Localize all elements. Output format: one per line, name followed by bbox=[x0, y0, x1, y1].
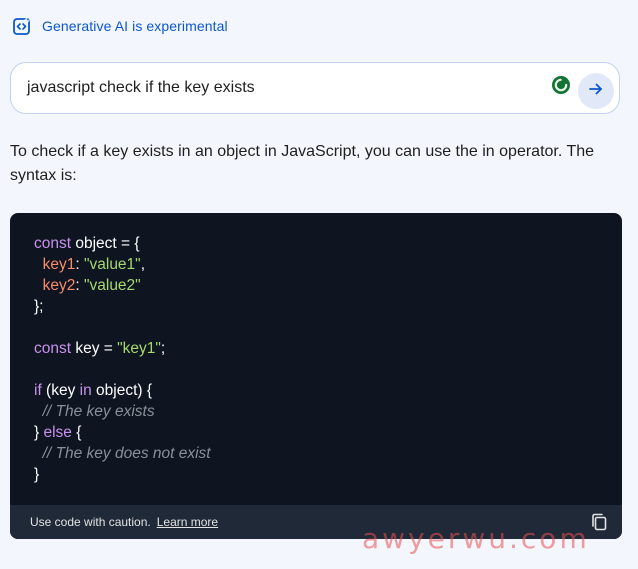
code-token: : bbox=[75, 277, 84, 294]
code-token: key1 bbox=[42, 256, 76, 273]
code-token: ; bbox=[160, 340, 166, 357]
code-token: } bbox=[34, 466, 40, 483]
code-line: // The key exists bbox=[34, 403, 155, 420]
code-token: }; bbox=[34, 298, 44, 315]
copy-icon[interactable] bbox=[590, 513, 608, 531]
code-token: key2 bbox=[42, 277, 76, 294]
code-token: in bbox=[79, 382, 92, 399]
code-token: , bbox=[140, 256, 145, 273]
code-token: // The key does not exist bbox=[34, 445, 211, 462]
caution-text: Use code with caution. bbox=[30, 515, 151, 529]
send-button[interactable] bbox=[578, 73, 614, 109]
code-token: const bbox=[34, 235, 72, 252]
code-token: { bbox=[71, 424, 82, 441]
code-token: object = { bbox=[71, 235, 140, 252]
experimental-banner: Generative AI is experimental bbox=[12, 14, 228, 38]
code-content: const object = { key1: "value1", key2: "… bbox=[34, 233, 211, 485]
code-footer: Use code with caution. Learn more bbox=[10, 505, 622, 539]
code-token: "value2" bbox=[84, 277, 141, 294]
code-token: // The key exists bbox=[34, 403, 155, 420]
code-line: const object = { bbox=[34, 235, 140, 252]
answer-text: To check if a key exists in an object in… bbox=[10, 143, 595, 184]
code-token: "value1" bbox=[84, 256, 141, 273]
learn-more-link[interactable]: Learn more bbox=[157, 515, 218, 529]
code-line: const key = "key1"; bbox=[34, 340, 165, 357]
loading-spinner-icon bbox=[551, 75, 571, 95]
search-box[interactable]: javascript check if the key exists bbox=[10, 62, 620, 114]
code-token: : bbox=[75, 256, 84, 273]
code-token: "key1" bbox=[117, 340, 161, 357]
code-line: }; bbox=[34, 298, 43, 315]
arrow-right-icon bbox=[587, 80, 605, 103]
code-token: (key bbox=[41, 382, 80, 399]
code-line: // The key does not exist bbox=[34, 445, 211, 462]
code-line: } else { bbox=[34, 424, 81, 441]
code-line: if (key in object) { bbox=[34, 382, 152, 399]
experimental-label: Generative AI is experimental bbox=[42, 18, 228, 34]
code-token: key = bbox=[71, 340, 118, 357]
code-line: key1: "value1", bbox=[34, 256, 145, 273]
code-token: const bbox=[34, 340, 72, 357]
code-line: key2: "value2" bbox=[34, 277, 141, 294]
code-token: else bbox=[43, 424, 72, 441]
code-sparkle-icon bbox=[12, 16, 32, 36]
code-block: const object = { key1: "value1", key2: "… bbox=[10, 213, 622, 539]
code-token: object) { bbox=[91, 382, 153, 399]
code-line: } bbox=[34, 466, 39, 483]
code-token: if bbox=[34, 382, 42, 399]
search-query[interactable]: javascript check if the key exists bbox=[27, 79, 619, 97]
